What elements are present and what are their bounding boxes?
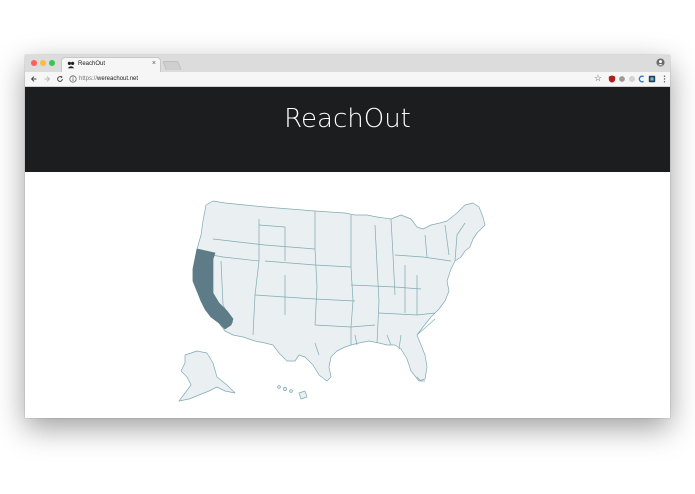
url-text: https://wereachout.net xyxy=(79,75,138,83)
url-scheme: https:// xyxy=(79,76,98,82)
menu-icon[interactable] xyxy=(663,75,666,83)
tab-strip: ReachOut × xyxy=(25,55,670,72)
shield-extension-icon[interactable] xyxy=(608,75,616,83)
us-map-outline xyxy=(192,200,486,382)
tab-close-icon[interactable]: × xyxy=(152,59,156,69)
site-title: ReachOut xyxy=(284,104,411,134)
extension-icon[interactable] xyxy=(618,75,626,83)
forward-arrow-icon[interactable] xyxy=(43,75,51,83)
back-arrow-icon[interactable] xyxy=(30,75,38,83)
site-header: ReachOut xyxy=(25,87,670,172)
address-bar[interactable]: https://wereachout.net xyxy=(69,74,369,84)
profile-icon[interactable] xyxy=(656,58,665,67)
hawaii-state xyxy=(277,385,308,400)
info-icon[interactable] xyxy=(69,75,77,83)
favicon-icon xyxy=(67,61,75,69)
star-icon[interactable]: ☆ xyxy=(594,74,602,83)
new-tab-button[interactable] xyxy=(162,61,182,70)
dark-extension-icon[interactable] xyxy=(648,75,656,83)
ghost-extension-icon[interactable] xyxy=(628,75,636,83)
zoom-window-button[interactable] xyxy=(49,60,55,66)
close-window-button[interactable] xyxy=(31,60,37,66)
url-host: wereachout.net xyxy=(97,76,139,82)
browser-toolbar: https://wereachout.net ☆ xyxy=(25,72,670,87)
minimize-window-button[interactable] xyxy=(40,60,46,66)
tab-title: ReachOut xyxy=(78,61,106,67)
reload-icon[interactable] xyxy=(56,75,64,83)
browser-window: ReachOut × https://wereachout.net ☆ Reac… xyxy=(25,55,670,418)
blue-extension-icon[interactable] xyxy=(638,75,646,83)
tab-reachout[interactable]: ReachOut × xyxy=(61,57,161,72)
us-map xyxy=(178,200,486,402)
alaska-state xyxy=(178,350,236,402)
